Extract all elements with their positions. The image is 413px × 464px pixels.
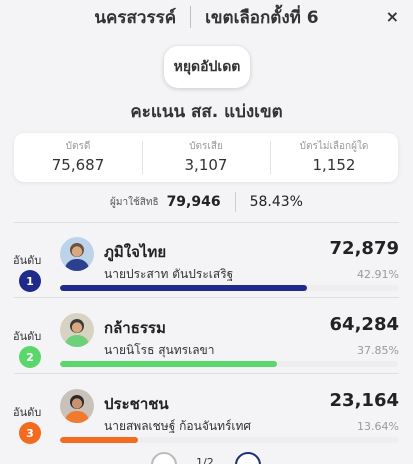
section-divider [14,222,399,223]
turnout-percent: 58.43% [249,194,303,210]
turnout-label: ผู้มาใช้สิทธิ [110,196,159,208]
header-divider [190,6,192,28]
vote-count: 72,879 [329,238,399,259]
turnout-value: 79,946 [166,194,221,210]
vote-share-fill [60,437,139,443]
vote-share-bar [60,285,398,291]
person-icon [64,319,90,347]
next-page-button[interactable] [235,452,261,464]
vote-share-fill [60,285,307,291]
stat-no-vote-ballots: บัตรไม่เลือกผู้ใด 1,152 [270,133,398,182]
stat-label: บัตรไม่เลือกผู้ใด [299,141,369,152]
stat-invalid-ballots: บัตรเสีย 3,107 [142,133,270,182]
stat-label: บัตรเสีย [189,141,223,152]
person-icon [64,243,90,271]
turnout-row: ผู้มาใช้สิทธิ 79,946 58.43% [0,190,413,214]
vote-share-fill [60,361,278,367]
stat-value: 1,152 [312,156,356,174]
rank-badge: 2 [19,346,41,368]
province-title: นครสวรรค์ [94,7,177,28]
vote-percent: 37.85% [357,344,399,357]
candidate-name: นายนิโรธ สุนทรเลขา [104,343,215,357]
candidate-avatar [60,237,94,271]
vote-count: 23,164 [329,390,399,411]
stat-label: บัตรดี [65,141,91,152]
header: นครสวรรค์ เขตเลือกตั้งที่ 6 [0,0,413,34]
pagination: 1/2 [0,452,413,464]
district-title: เขตเลือกตั้งที่ 6 [205,7,319,28]
candidate-row[interactable]: อันดับ 1 ภูมิใจไทย นายประสาท ตันประเสริฐ… [0,228,413,298]
vote-count: 64,284 [329,314,399,335]
party-name: ประชาชน [104,395,169,413]
vote-percent: 13.64% [357,420,399,433]
rank-label: อันดับ [13,330,42,343]
candidate-name: นายประสาท ตันประเสริฐ [104,267,234,281]
section-title: คะแนน สส. แบ่งเขต [130,102,283,122]
row-divider [14,297,399,298]
rank-badge: 3 [19,422,41,444]
ballot-stats-card: บัตรดี 75,687 บัตรเสีย 3,107 บัตรไม่เลือ… [14,133,398,182]
candidate-row[interactable]: อันดับ 2 กล้าธรรม นายนิโรธ สุนทรเลขา 64,… [0,304,413,374]
vote-share-bar [60,437,398,443]
person-icon [64,395,90,423]
page-indicator: 1/2 [196,456,214,464]
stat-value: 3,107 [184,156,228,174]
rank-label: อันดับ [13,406,42,419]
pause-update-button[interactable]: หยุดอัปเดต [164,46,250,88]
candidate-avatar [60,389,94,423]
vote-share-bar [60,361,398,367]
stat-valid-ballots: บัตรดี 75,687 [14,133,142,182]
row-divider [14,373,399,374]
stat-value: 75,687 [51,156,105,174]
candidate-avatar [60,313,94,347]
rank-badge: 1 [19,270,41,292]
rank-label: อันดับ [13,254,42,267]
candidate-row[interactable]: อันดับ 3 ประชาชน นายสพลเชษฐ์ ก้อนจันทร์เ… [0,380,413,450]
candidate-name: นายสพลเชษฐ์ ก้อนจันทร์เทศ [104,419,252,433]
previous-page-button[interactable] [151,452,177,464]
vote-percent: 42.91% [357,268,399,281]
party-name: กล้าธรรม [104,319,166,337]
turnout-divider [234,192,236,212]
party-name: ภูมิใจไทย [104,243,167,261]
close-icon[interactable]: × [386,7,399,26]
